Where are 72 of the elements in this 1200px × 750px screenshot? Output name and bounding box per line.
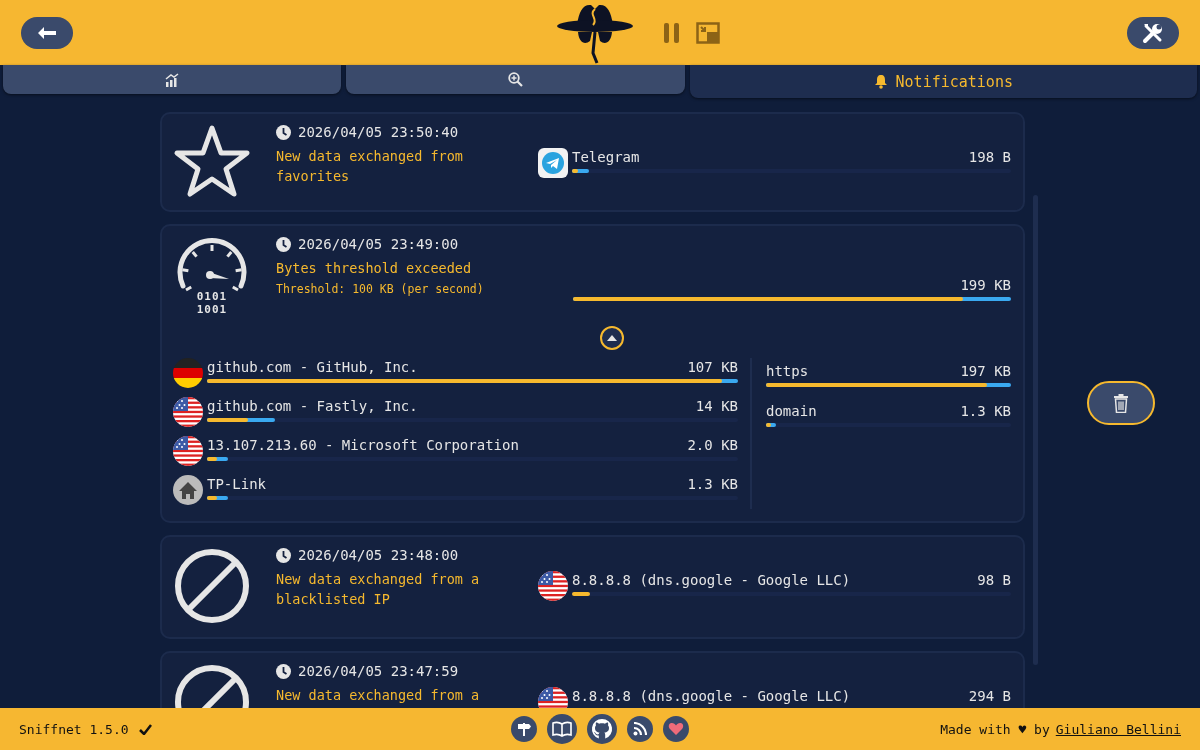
service-name: https: [766, 362, 809, 380]
notification-title: New data exchanged from a blacklisted IP: [276, 570, 481, 609]
binary-text: 1001: [196, 303, 228, 316]
picture-in-picture-button[interactable]: [695, 19, 721, 46]
caret-icon: [606, 334, 618, 342]
notification-title: Bytes threshold exceeded: [276, 259, 473, 278]
flag-icon: [173, 397, 203, 427]
flag-icon: [173, 358, 203, 388]
back-arrow-icon: [37, 25, 57, 40]
github-icon: [590, 717, 614, 741]
service-name: domain: [766, 402, 817, 420]
signpost-button[interactable]: [511, 716, 537, 742]
data-amount: 199 KB: [960, 276, 1011, 294]
made-with-text: Made with ♥ by: [940, 721, 1050, 737]
collapse-button[interactable]: [600, 326, 624, 350]
entity-name: Telegram: [572, 148, 640, 166]
tools-icon: [1142, 21, 1164, 44]
heart-icon: [668, 722, 684, 736]
flag-icon: [538, 687, 568, 708]
host-name: TP-Link: [207, 475, 266, 493]
bell-icon: [873, 74, 888, 89]
binary-text: 0101: [196, 290, 228, 303]
signpost-icon: [516, 721, 532, 737]
notification-title: New data exchanged from a: [276, 686, 481, 705]
rss-button[interactable]: [627, 716, 653, 742]
timestamp: 2026/04/05 23:50:40: [298, 124, 459, 140]
prohibited-icon: [173, 547, 251, 625]
data-amount: 197 KB: [960, 362, 1011, 380]
timestamp: 2026/04/05 23:47:59: [298, 663, 459, 679]
data-amount: 107 KB: [687, 358, 738, 376]
clock-icon: [276, 236, 291, 252]
author-link[interactable]: Giuliano Bellini: [1055, 721, 1181, 737]
tab[interactable]: Notifications: [689, 65, 1197, 98]
clock-icon: [276, 663, 291, 679]
entity-name: 8.8.8.8 (dns.google - Google LLC): [572, 687, 851, 705]
rss-icon: [633, 722, 647, 736]
flag-icon: [538, 571, 568, 601]
version-text: Sniffnet 1.5.0: [19, 721, 129, 737]
settings-button[interactable]: [1127, 16, 1179, 49]
data-amount: 14 KB: [695, 397, 738, 415]
host-name: github.com - GitHub, Inc.: [207, 358, 418, 376]
data-amount: 2.0 KB: [687, 436, 738, 454]
picture-in-picture-icon: [696, 21, 720, 44]
paper-plane-icon: [538, 148, 568, 178]
data-amount: 98 B: [977, 571, 1011, 589]
trash-icon: [1113, 393, 1129, 413]
host-name: github.com - Fastly, Inc.: [207, 397, 418, 415]
star-icon: [173, 124, 251, 198]
clock-icon: [276, 547, 291, 563]
chart-icon: [165, 72, 180, 87]
entity-name: 8.8.8.8 (dns.google - Google LLC): [572, 571, 851, 589]
delete-button[interactable]: [1087, 381, 1155, 425]
host-name: 13.107.213.60 - Microsoft Corporation: [207, 436, 519, 454]
timestamp: 2026/04/05 23:48:00: [298, 547, 459, 563]
threshold-text: Threshold: 100 KB (per second): [276, 282, 485, 296]
pause-icon: [663, 21, 681, 44]
zoom-in-icon: [507, 72, 523, 87]
data-amount: 294 B: [968, 687, 1011, 705]
timestamp: 2026/04/05 23:49:00: [298, 236, 459, 252]
data-amount: 198 B: [968, 148, 1011, 166]
data-amount: 1.3 KB: [687, 475, 738, 493]
heart-button[interactable]: [663, 716, 689, 742]
notification-title: New data exchanged from favorites: [276, 147, 464, 186]
home-icon: [173, 475, 203, 505]
book-button[interactable]: [547, 714, 577, 744]
back-button[interactable]: [21, 16, 73, 49]
flag-icon: [173, 436, 203, 466]
book-icon: [552, 721, 572, 737]
github-button[interactable]: [587, 714, 617, 744]
data-amount: 1.3 KB: [960, 402, 1011, 420]
clock-icon: [276, 124, 291, 140]
checkmark-icon: [138, 723, 152, 735]
